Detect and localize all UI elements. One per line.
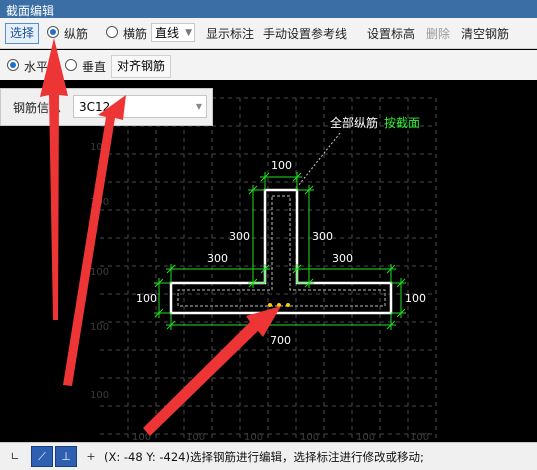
grid-label: 100 bbox=[90, 142, 109, 153]
dim-bottom-total: 700 bbox=[270, 334, 291, 347]
secondary-toolbar: 水平 垂直 对齐钢筋 bbox=[0, 50, 537, 81]
grid bbox=[100, 97, 437, 442]
show-annotation-button[interactable]: 显示标注 bbox=[206, 25, 254, 42]
transverse-radio[interactable] bbox=[106, 26, 118, 38]
grid-label: 100 bbox=[300, 432, 319, 442]
manual-reference-line-button[interactable]: 手动设置参考线 bbox=[263, 25, 347, 42]
status-bar: ∟ ⟋ ⊥ + (X: -48 Y: -424)选择钢筋进行编辑，选择标注进行修… bbox=[0, 442, 537, 470]
rebar-outline bbox=[177, 195, 386, 307]
dim-right-thickness: 100 bbox=[405, 292, 426, 305]
section-canvas[interactable]: 100 100 100 100 100 100 100 100 100 100 … bbox=[0, 80, 537, 442]
dim-left-height: 300 bbox=[229, 230, 250, 243]
grid-label: 100 bbox=[356, 432, 375, 442]
add-icon[interactable]: + bbox=[80, 446, 102, 467]
rebar-point bbox=[268, 303, 272, 307]
longitudinal-label: 纵筋 bbox=[64, 27, 89, 41]
grid-label: 100 bbox=[186, 432, 205, 442]
grid-label: 100 bbox=[90, 390, 109, 401]
dim-left-thickness: 100 bbox=[136, 292, 157, 305]
dim-right-height: 300 bbox=[312, 230, 333, 243]
align-rebar-button[interactable]: 对齐钢筋 bbox=[111, 55, 172, 78]
ortho-toggle-icon[interactable]: ∟ bbox=[4, 446, 26, 467]
status-text: (X: -48 Y: -424)选择钢筋进行编辑，选择标注进行修改或移动; bbox=[104, 450, 424, 464]
grid-label: 100 bbox=[410, 432, 429, 442]
line-type-value: 直线 bbox=[155, 26, 180, 40]
window-titlebar: 截面编辑 bbox=[0, 0, 537, 18]
rebar-point bbox=[286, 303, 290, 307]
perpendicular-toggle-icon[interactable]: ⊥ bbox=[55, 446, 77, 467]
t-section-outline bbox=[169, 188, 393, 315]
annotation-by-section: 按截面 bbox=[384, 116, 420, 130]
annotation-leader bbox=[297, 132, 341, 187]
rebar-info-panel: 钢筋信息 3C12 ▼ bbox=[0, 88, 213, 126]
chevron-down-icon: ▼ bbox=[185, 28, 192, 38]
chevron-down-icon: ▼ bbox=[195, 102, 202, 111]
rebar-info-value: 3C12 bbox=[79, 100, 111, 114]
line-type-select[interactable]: 直线 ▼ bbox=[151, 23, 195, 42]
annotation-all-rebar: 全部纵筋 bbox=[330, 115, 378, 130]
vertical-label: 垂直 bbox=[82, 60, 107, 74]
window-title: 截面编辑 bbox=[6, 4, 55, 18]
dim-left-width: 300 bbox=[207, 252, 228, 265]
rebar-info-select[interactable]: 3C12 ▼ bbox=[73, 95, 207, 118]
rebar-info-label: 钢筋信息 bbox=[13, 101, 62, 115]
clear-rebar-button[interactable]: 清空钢筋 bbox=[461, 25, 509, 42]
longitudinal-radio[interactable] bbox=[47, 26, 59, 38]
select-button[interactable]: 选择 bbox=[5, 23, 39, 44]
horizontal-label: 水平 bbox=[24, 60, 49, 74]
section-drawing: 100 100 100 100 100 100 100 100 100 100 … bbox=[90, 97, 437, 442]
rebar-point bbox=[277, 303, 281, 307]
grid-label: 100 bbox=[90, 322, 109, 333]
grid-label: 100 bbox=[244, 432, 263, 442]
snap-toggle-icon[interactable]: ⟋ bbox=[31, 446, 53, 467]
dim-top-width: 100 bbox=[271, 159, 292, 172]
delete-button[interactable]: 删除 bbox=[426, 25, 450, 42]
grid-label: 100 bbox=[90, 197, 109, 208]
main-toolbar: 选择 纵筋 横筋 直线 ▼ 显示标注 手动设置参考线 设置标高 删除 清空钢筋 bbox=[0, 18, 537, 49]
grid-label: 100 bbox=[132, 432, 151, 442]
transverse-label: 横筋 bbox=[123, 27, 148, 41]
horizontal-radio[interactable] bbox=[7, 59, 19, 71]
vertical-radio[interactable] bbox=[65, 59, 77, 71]
grid-label: 100 bbox=[90, 267, 109, 278]
set-elevation-button[interactable]: 设置标高 bbox=[367, 25, 415, 42]
dim-right-width: 300 bbox=[332, 252, 353, 265]
